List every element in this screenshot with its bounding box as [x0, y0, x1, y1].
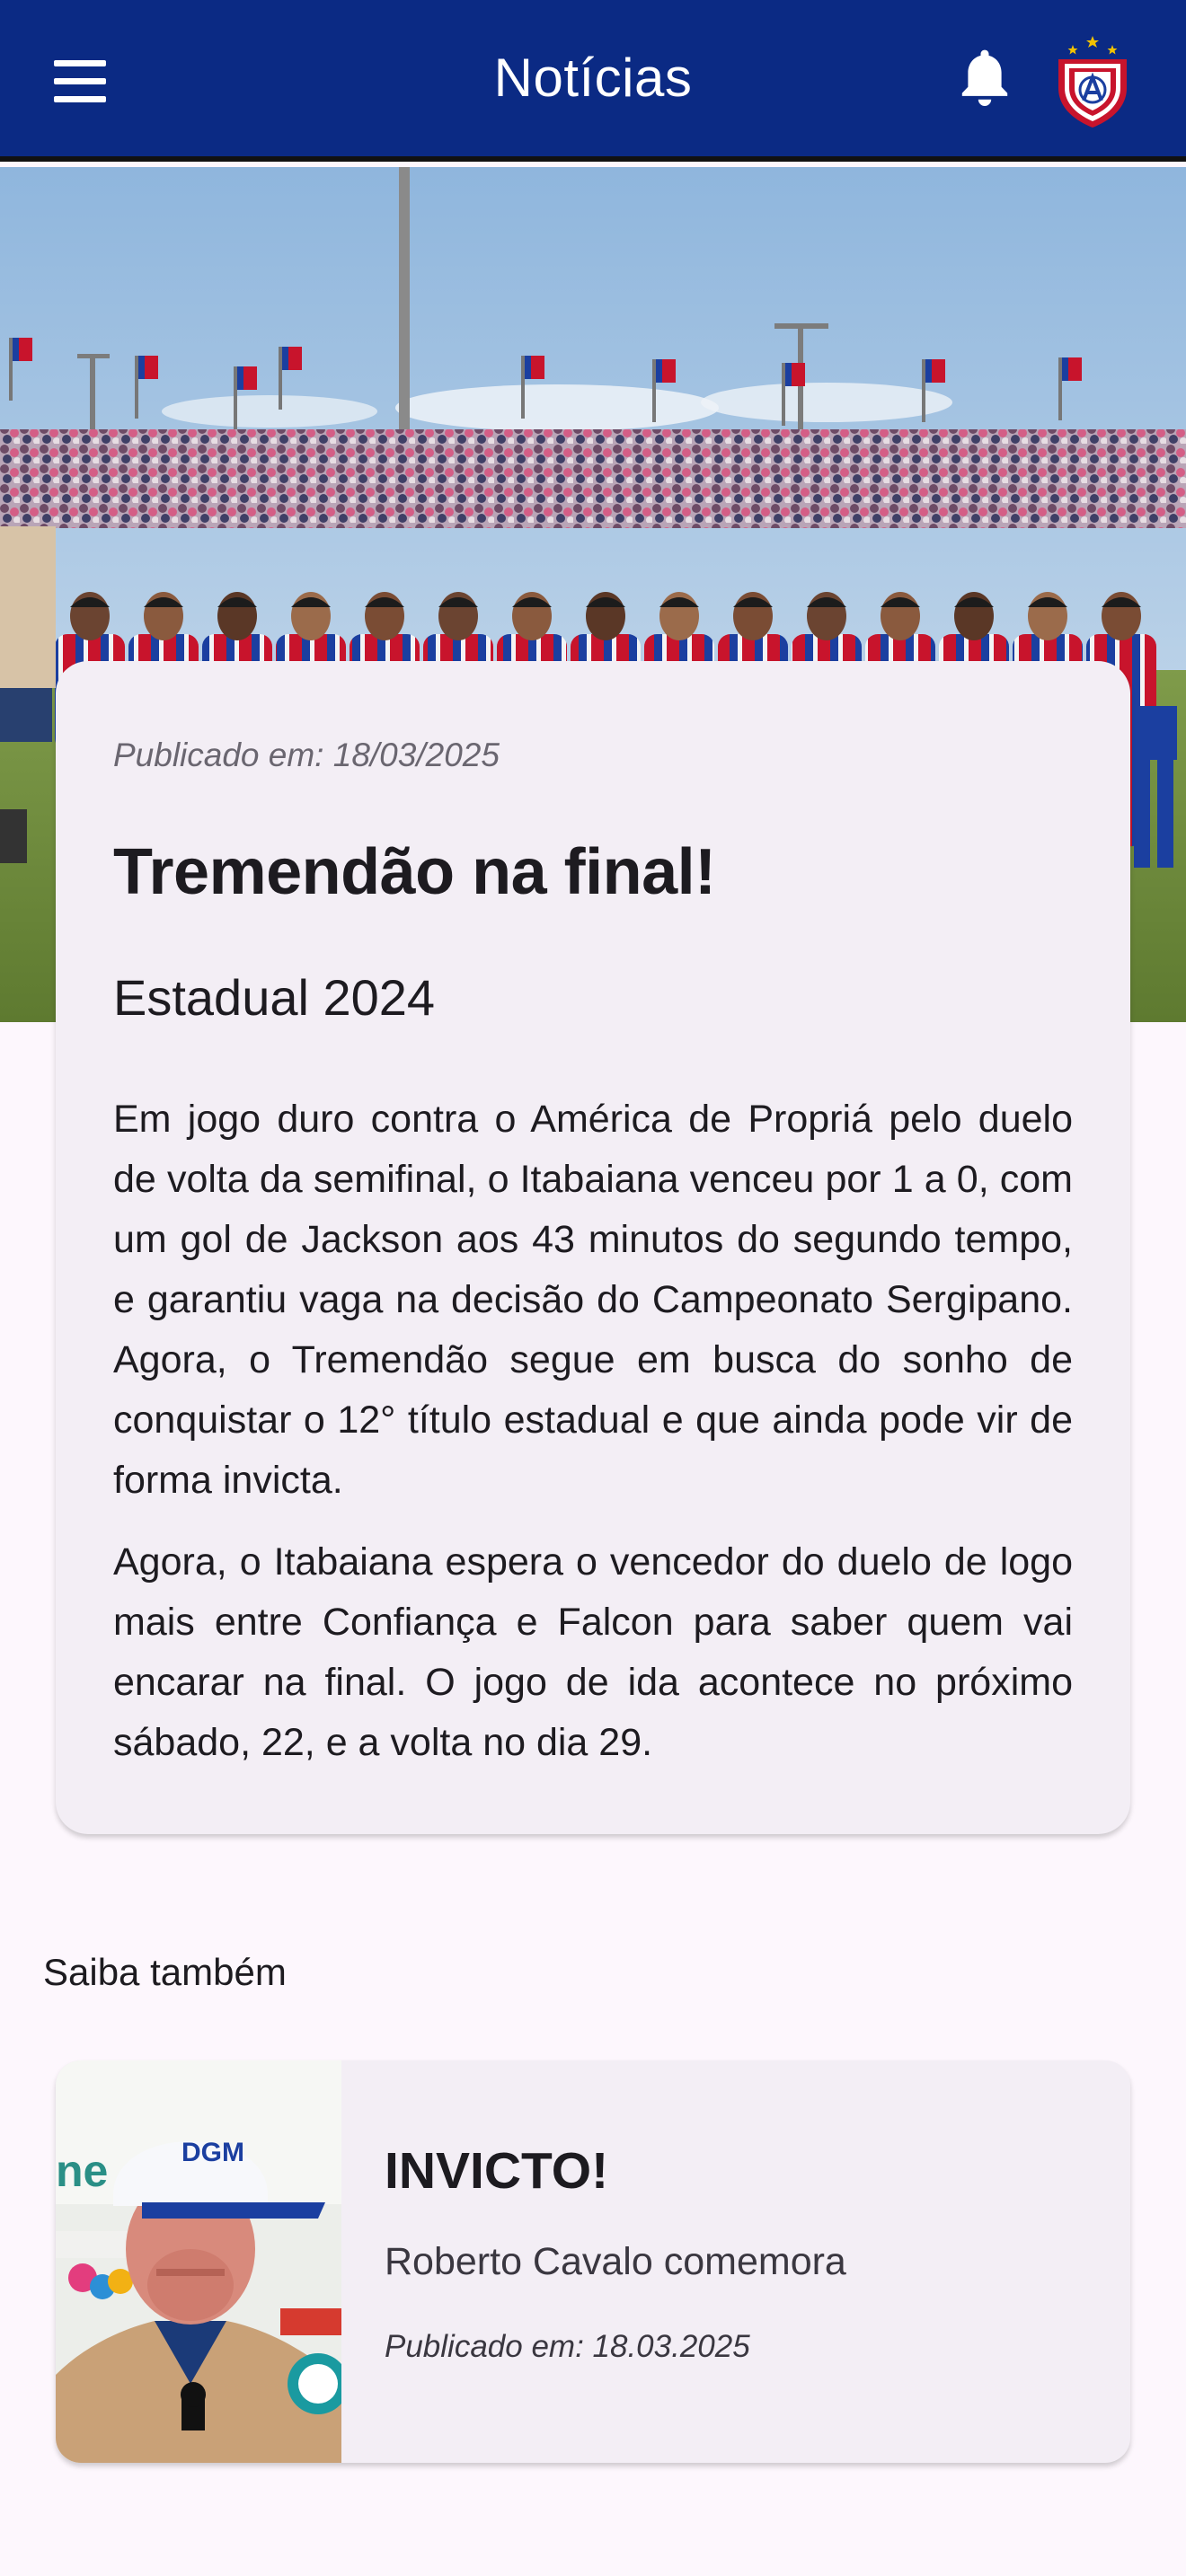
related-news-subtitle: Roberto Cavalo comemora [385, 2240, 846, 2283]
club-crest-icon [1058, 36, 1127, 128]
related-news-date: Publicado em: 18.03.2025 [385, 2329, 750, 2364]
article-subtitle: Estadual 2024 [113, 969, 436, 1026]
article-card: Publicado em: 18/03/2025 Tremendão na fi… [56, 661, 1130, 1834]
article-paragraph: Em jogo duro contra o América de Propriá… [113, 1098, 1073, 1502]
article-title: Tremendão na final! [113, 836, 716, 908]
article-published-date: Publicado em: 18/03/2025 [113, 737, 500, 773]
related-news-text: INVICTO! Roberto Cavalo comemora Publica… [385, 2141, 1094, 2365]
article-paragraph: Agora, o Itabaiana espera o vencedor do … [113, 1540, 1073, 1764]
coach-photo-image: ne DGM [56, 2060, 349, 2463]
app-bar: Notícias [0, 0, 1186, 162]
related-news-thumbnail: ne DGM [56, 2060, 349, 2463]
related-news-title: INVICTO! [385, 2142, 609, 2200]
bell-icon [961, 49, 1008, 106]
banner-text: ne [56, 2146, 108, 2196]
related-news-card[interactable]: ne DGM INVICTO! Roberto Cavalo comemora … [56, 2060, 1130, 2463]
cap-logo-text: DGM [181, 2138, 244, 2167]
notifications-button[interactable] [952, 43, 1017, 115]
article-body: Em jogo duro contra o América de Propriá… [113, 1090, 1073, 1773]
club-crest-logo[interactable] [1051, 32, 1134, 131]
related-heading: Saiba também [43, 1951, 287, 1993]
